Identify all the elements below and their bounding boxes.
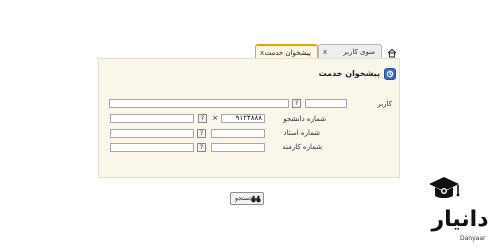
home-icon[interactable] [387,48,397,58]
student-name-field [110,114,194,123]
student-number-label: شماره دانشجو [283,115,326,123]
professor-help-button[interactable]: ? [197,129,206,138]
employee-number-field[interactable] [211,143,265,152]
student-number-field[interactable]: ۹۱۲۴۸۸۸ [221,114,265,123]
student-help-button[interactable]: ? [198,114,207,123]
screenshot-frame: x منوی کاربر x پیشخوان خدمت پیشخوان خدمت… [0,0,500,251]
clear-icon[interactable]: × [211,114,219,123]
user-label: کاربر [377,100,392,108]
professor-number-field[interactable] [211,129,265,138]
user-help-button[interactable]: ? [292,99,301,108]
professor-number-label: شماره استاد [283,129,321,137]
search-button[interactable]: جستجو [230,192,264,205]
tab-service-desk[interactable]: x پیشخوان خدمت [255,44,318,58]
logo-wordmark: دانیار [431,207,489,232]
professor-name-field [110,129,194,138]
page-title: پیشخوان خدمت [318,69,380,78]
graduation-cap-icon [429,177,460,198]
employee-name-field [110,143,194,152]
tab-label: منوی کاربر [343,48,375,56]
close-icon[interactable]: x [323,45,327,59]
user-id-field[interactable] [305,99,347,108]
logo-subtext: Danyaar [460,235,486,242]
employee-help-button[interactable]: ? [197,143,206,152]
binoculars-icon [251,195,261,203]
employee-number-label: شماره کارمند [282,143,322,151]
tab-user-menu[interactable]: x منوی کاربر [318,44,382,58]
user-name-field [109,99,289,108]
service-desk-icon [384,68,396,80]
